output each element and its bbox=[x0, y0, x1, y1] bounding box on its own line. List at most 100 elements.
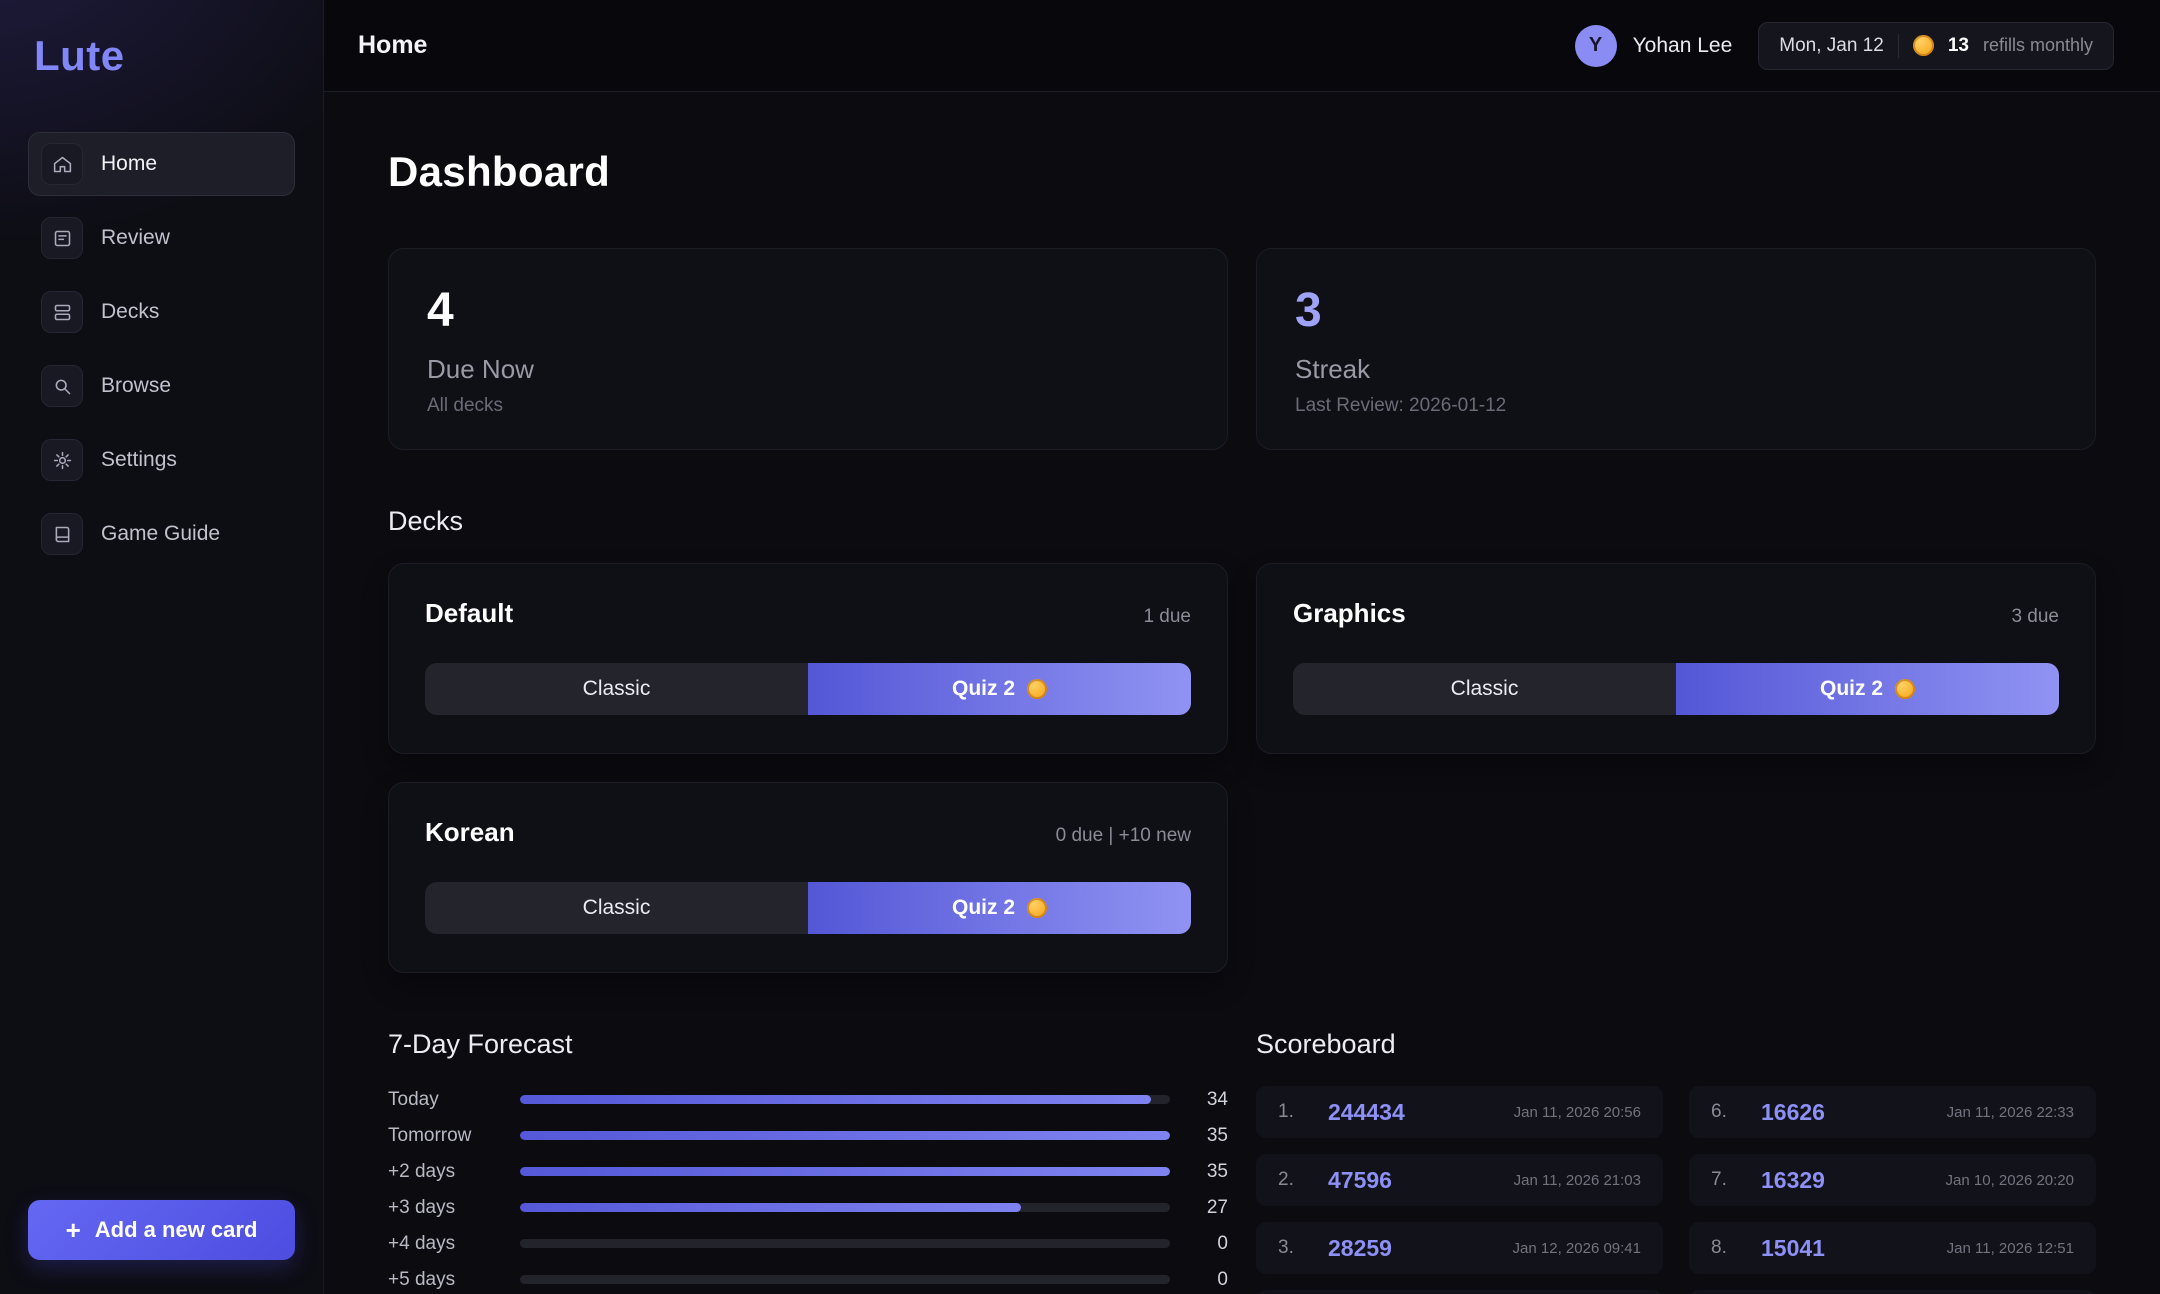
score-value: 16329 bbox=[1761, 1167, 1825, 1194]
scoreboard-column-right: 6. 16626 Jan 11, 2026 22:33 7. 16329 Jan… bbox=[1689, 1086, 2096, 1294]
forecast-value: 27 bbox=[1180, 1197, 1228, 1219]
forecast-row: +2 days 35 bbox=[388, 1158, 1228, 1185]
forecast-label: Today bbox=[388, 1089, 510, 1111]
topbar-title: Home bbox=[358, 31, 427, 60]
refill-count: 13 bbox=[1948, 35, 1969, 57]
score-row: 7. 16329 Jan 10, 2026 20:20 bbox=[1689, 1154, 2096, 1206]
forecast-row: Tomorrow 35 bbox=[388, 1122, 1228, 1149]
avatar[interactable]: Y bbox=[1575, 25, 1617, 67]
sidebar-item-decks[interactable]: Decks bbox=[28, 280, 295, 344]
score-row: 2. 47596 Jan 11, 2026 21:03 bbox=[1256, 1154, 1663, 1206]
deck-head: Korean 0 due | +10 new bbox=[425, 817, 1191, 848]
due-now-value: 4 bbox=[427, 283, 1189, 338]
quiz-button[interactable]: Quiz 2 bbox=[808, 663, 1191, 715]
forecast-bar-track bbox=[520, 1095, 1170, 1104]
forecast-bar-track bbox=[520, 1203, 1170, 1212]
quiz-button[interactable]: Quiz 2 bbox=[808, 882, 1191, 934]
streak-value: 3 bbox=[1295, 283, 2057, 338]
deck-card-korean: Korean 0 due | +10 new Classic Quiz 2 bbox=[388, 782, 1228, 973]
forecast-row: Today 34 bbox=[388, 1086, 1228, 1113]
score-rank: 7. bbox=[1711, 1169, 1747, 1191]
main-area: Home Y Yohan Lee Mon, Jan 12 13 refills … bbox=[324, 0, 2160, 1294]
deck-due-badge: 0 due | +10 new bbox=[1056, 825, 1191, 847]
score-rank: 6. bbox=[1711, 1101, 1747, 1123]
refill-label: refills monthly bbox=[1983, 35, 2093, 56]
plus-icon: + bbox=[66, 1217, 81, 1243]
classic-button[interactable]: Classic bbox=[1293, 663, 1676, 715]
forecast-bar bbox=[520, 1131, 1170, 1140]
sidebar-item-label: Settings bbox=[101, 448, 177, 472]
stat-card-due-now: 4 Due Now All decks bbox=[388, 248, 1228, 450]
forecast-label: +4 days bbox=[388, 1233, 510, 1255]
coin-icon bbox=[1027, 679, 1047, 699]
decks-icon bbox=[41, 291, 83, 333]
forecast-title: 7-Day Forecast bbox=[388, 1029, 1228, 1060]
sidebar-item-label: Game Guide bbox=[101, 522, 220, 546]
forecast-label: +5 days bbox=[388, 1269, 510, 1291]
search-icon bbox=[41, 365, 83, 407]
deck-head: Default 1 due bbox=[425, 598, 1191, 629]
score-value: 244434 bbox=[1328, 1099, 1405, 1126]
deck-mode-buttons: Classic Quiz 2 bbox=[425, 882, 1191, 934]
score-rank: 3. bbox=[1278, 1237, 1314, 1259]
scoreboard-title: Scoreboard bbox=[1256, 1029, 2096, 1060]
coin-icon bbox=[1913, 35, 1934, 56]
deck-due-badge: 3 due bbox=[2011, 606, 2059, 628]
dashboard-content: Dashboard 4 Due Now All decks 3 Streak L… bbox=[324, 92, 2160, 1294]
sidebar-item-review[interactable]: Review bbox=[28, 206, 295, 270]
topbar: Home Y Yohan Lee Mon, Jan 12 13 refills … bbox=[324, 0, 2160, 92]
score-row: 8. 15041 Jan 11, 2026 12:51 bbox=[1689, 1222, 2096, 1274]
due-now-label: Due Now bbox=[427, 354, 1189, 385]
forecast-row: +3 days 27 bbox=[388, 1194, 1228, 1221]
coin-icon bbox=[1027, 898, 1047, 918]
score-value: 16626 bbox=[1761, 1099, 1825, 1126]
deck-name: Default bbox=[425, 598, 513, 629]
decks-section-title: Decks bbox=[388, 506, 2096, 537]
streak-sub: Last Review: 2026-01-12 bbox=[1295, 395, 2057, 417]
forecast-bar bbox=[520, 1095, 1151, 1104]
score-row: 9. 12894 Jan 11, 2026 21:52 bbox=[1689, 1290, 2096, 1294]
deck-due-badge: 1 due bbox=[1143, 606, 1191, 628]
scoreboard-section: Scoreboard 1. 244434 Jan 11, 2026 20:56 … bbox=[1256, 973, 2096, 1294]
page-title: Dashboard bbox=[388, 148, 2096, 196]
forecast-value: 35 bbox=[1180, 1125, 1228, 1147]
bottom-row: 7-Day Forecast Today 34 Tomorrow 35 +2 d… bbox=[388, 973, 2096, 1294]
deck-name: Korean bbox=[425, 817, 515, 848]
review-icon bbox=[41, 217, 83, 259]
forecast-value: 0 bbox=[1180, 1233, 1228, 1255]
sidebar-item-game-guide[interactable]: Game Guide bbox=[28, 502, 295, 566]
scoreboard-column-left: 1. 244434 Jan 11, 2026 20:56 2. 47596 Ja… bbox=[1256, 1086, 1663, 1294]
forecast-bar-track bbox=[520, 1131, 1170, 1140]
classic-button[interactable]: Classic bbox=[425, 663, 808, 715]
sidebar-item-browse[interactable]: Browse bbox=[28, 354, 295, 418]
score-value: 47596 bbox=[1328, 1167, 1392, 1194]
score-rank: 1. bbox=[1278, 1101, 1314, 1123]
score-value: 28259 bbox=[1328, 1235, 1392, 1262]
score-rank: 2. bbox=[1278, 1169, 1314, 1191]
coin-icon bbox=[1895, 679, 1915, 699]
forecast-label: +3 days bbox=[388, 1197, 510, 1219]
user-name: Yohan Lee bbox=[1633, 34, 1733, 58]
quiz-button-label: Quiz 2 bbox=[952, 896, 1015, 920]
forecast-section: 7-Day Forecast Today 34 Tomorrow 35 +2 d… bbox=[388, 973, 1228, 1294]
forecast-row: +5 days 0 bbox=[388, 1266, 1228, 1293]
score-date: Jan 12, 2026 09:41 bbox=[1513, 1240, 1641, 1257]
classic-button[interactable]: Classic bbox=[425, 882, 808, 934]
stats-row: 4 Due Now All decks 3 Streak Last Review… bbox=[388, 248, 2096, 450]
score-row: 6. 16626 Jan 11, 2026 22:33 bbox=[1689, 1086, 2096, 1138]
quiz-button-label: Quiz 2 bbox=[1820, 677, 1883, 701]
forecast-bar bbox=[520, 1203, 1021, 1212]
add-new-card-button[interactable]: + Add a new card bbox=[28, 1200, 295, 1260]
score-date: Jan 11, 2026 22:33 bbox=[1947, 1104, 2074, 1121]
quiz-button[interactable]: Quiz 2 bbox=[1676, 663, 2059, 715]
sidebar-item-settings[interactable]: Settings bbox=[28, 428, 295, 492]
add-card-label: Add a new card bbox=[95, 1217, 258, 1243]
score-date: Jan 11, 2026 20:56 bbox=[1514, 1104, 1641, 1121]
sidebar-nav: Home Review Decks Browse Settings bbox=[28, 132, 295, 1200]
stat-card-streak: 3 Streak Last Review: 2026-01-12 bbox=[1256, 248, 2096, 450]
forecast-value: 34 bbox=[1180, 1089, 1228, 1111]
pill-divider bbox=[1898, 34, 1899, 58]
gear-icon bbox=[41, 439, 83, 481]
sidebar-item-home[interactable]: Home bbox=[28, 132, 295, 196]
score-date: Jan 11, 2026 12:51 bbox=[1947, 1240, 2074, 1257]
